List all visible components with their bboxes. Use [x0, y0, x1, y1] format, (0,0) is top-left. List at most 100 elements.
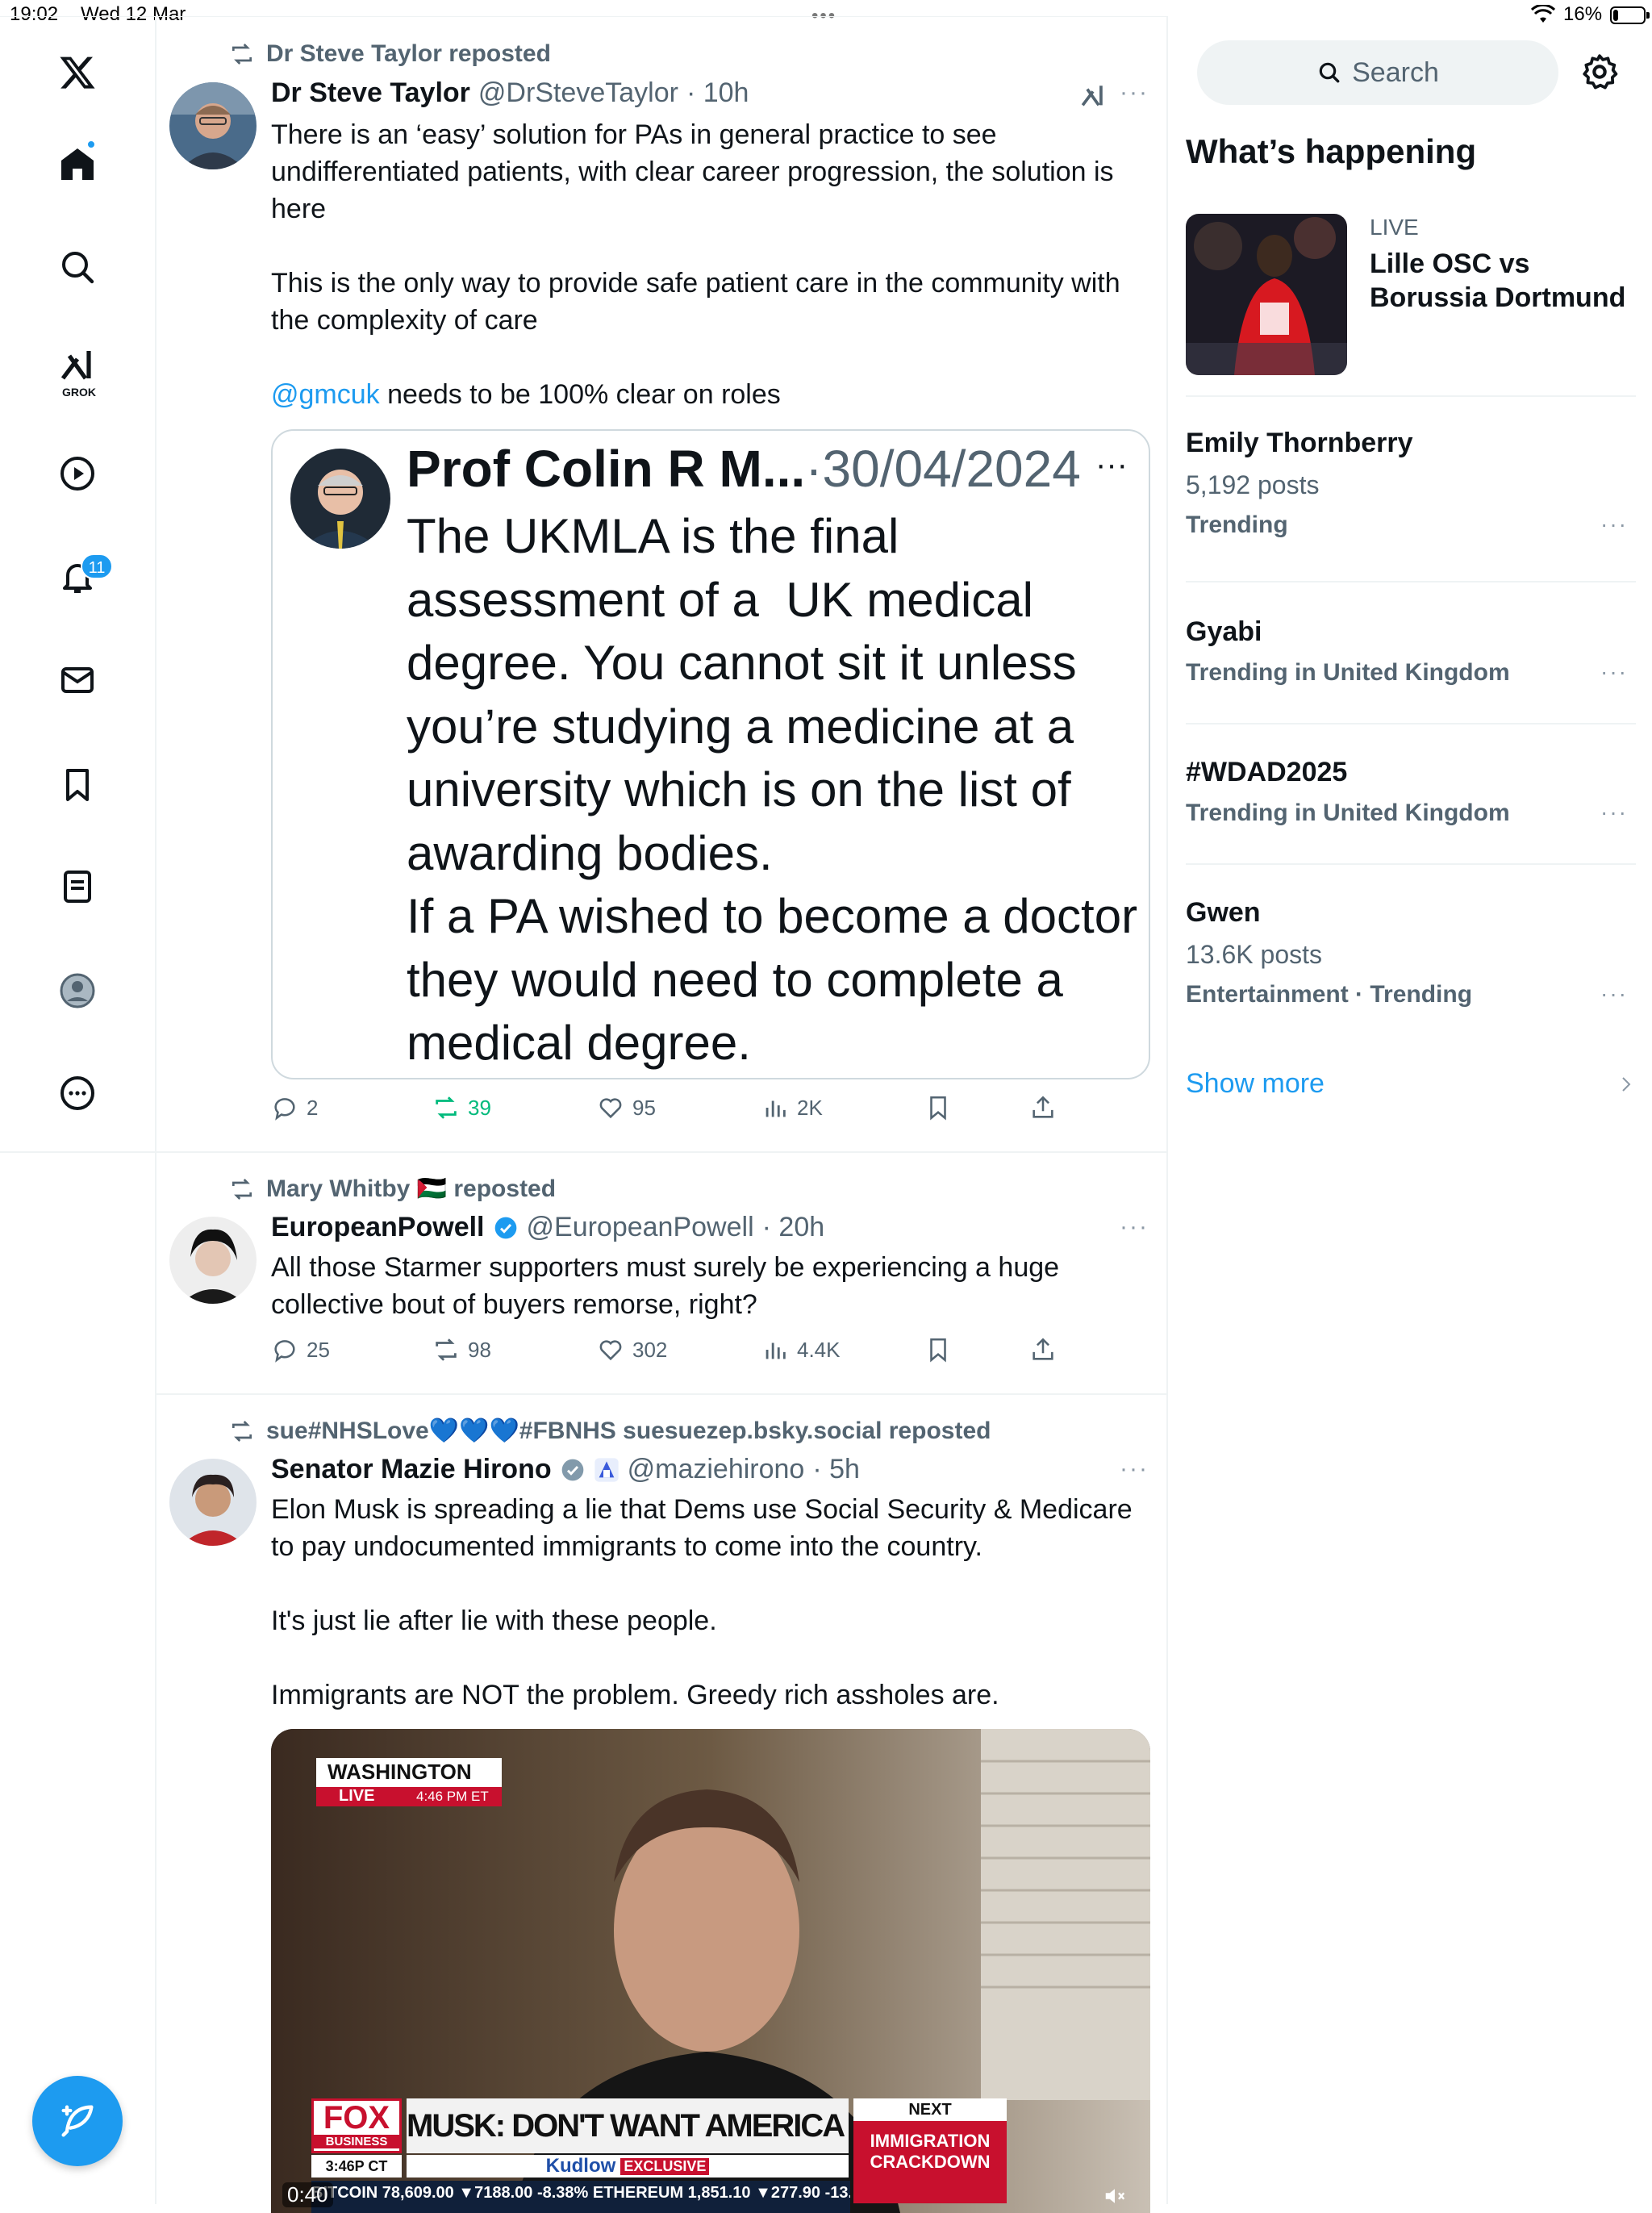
author-handle[interactable]: @maziehirono — [628, 1454, 805, 1485]
author-name[interactable]: EuropeanPowell — [271, 1212, 485, 1243]
like-button[interactable]: 302 — [597, 1336, 667, 1363]
share-icon — [1032, 1338, 1053, 1360]
tweet-header: Dr Steve Taylor @DrSteveTaylor · 10h — [271, 77, 749, 109]
repost-indicator: Mary Whitby 🇵🇸 reposted — [229, 1175, 556, 1203]
tweet-more-icon[interactable]: ··· — [1120, 79, 1149, 106]
repost-by: Dr Steve Taylor reposted — [266, 40, 551, 67]
trend-name: Gyabi — [1186, 616, 1262, 647]
views-chart-icon — [766, 1342, 786, 1359]
quote-avatar — [290, 449, 390, 549]
tweet-more-icon[interactable]: ··· — [1120, 1455, 1149, 1483]
lists-icon[interactable] — [49, 858, 106, 915]
trend-divider — [1186, 863, 1636, 865]
reply-button[interactable]: 2 — [271, 1094, 318, 1121]
battery-percent: 16% — [1563, 3, 1603, 25]
author-handle[interactable]: @DrSteveTaylor — [478, 77, 678, 109]
views-button[interactable]: 4.4K — [761, 1336, 841, 1363]
trend-item[interactable]: #WDAD2025 Trending in United Kingdom ··· — [1186, 757, 1628, 827]
trend-more-icon[interactable]: ··· — [1600, 511, 1628, 537]
bookmark-icon — [930, 1096, 946, 1121]
trend-more-icon[interactable]: ··· — [1600, 659, 1628, 685]
nav-divider — [155, 16, 156, 2204]
share-button[interactable] — [1029, 1094, 1057, 1121]
repost-by: sue#NHSLove💙💙💙#FBNHS suesuezep.bsky.soci… — [266, 1418, 991, 1444]
quote-author: Prof Colin R M... — [407, 440, 806, 498]
avatar[interactable] — [169, 1459, 257, 1546]
tweet-text: Elon Musk is spreading a lie that Dems u… — [271, 1494, 1133, 1710]
show-more-link[interactable]: Show more — [1186, 1068, 1325, 1100]
trend-item[interactable]: Gwen 13.6K posts Entertainment · Trendin… — [1186, 897, 1628, 1008]
video-live-time: 4:46 PM ET — [416, 1789, 489, 1804]
tweet-actions: 2 39 95 2K — [271, 1094, 1142, 1129]
bookmark-button[interactable] — [924, 1336, 952, 1363]
tweet-divider — [156, 1393, 1166, 1395]
avatar[interactable] — [169, 1217, 257, 1304]
video-show-bar: Kudlow EXCLUSIVE — [407, 2155, 849, 2178]
tweet-time[interactable]: · 5h — [812, 1454, 860, 1485]
notifications-badge: 11 — [81, 553, 113, 579]
author-name[interactable]: Dr Steve Taylor — [271, 77, 470, 109]
repost-icon — [436, 1338, 457, 1361]
quoted-tweet[interactable]: Prof Colin R M... ·30/04/2024 ··· The UK… — [271, 429, 1150, 1079]
x-logo-icon[interactable] — [49, 44, 106, 101]
repost-icon — [232, 1178, 252, 1200]
tweet-time[interactable]: · 10h — [686, 77, 749, 109]
repost-count: 98 — [468, 1337, 491, 1362]
like-button[interactable]: 95 — [597, 1094, 656, 1121]
video-duration: 0:40 — [282, 2182, 333, 2207]
messages-envelope-icon[interactable] — [49, 652, 106, 708]
trend-more-icon[interactable]: ··· — [1600, 981, 1628, 1007]
trend-item[interactable]: Gyabi Trending in United Kingdom ··· — [1186, 616, 1628, 687]
repost-button[interactable]: 98 — [432, 1336, 491, 1363]
reply-button[interactable]: 25 — [271, 1336, 330, 1363]
trend-meta: Trending in United Kingdom — [1186, 800, 1510, 826]
tweet-actions: 25 98 302 4.4K — [271, 1336, 1142, 1372]
trend-item[interactable]: Emily Thornberry 5,192 posts Trending ··… — [1186, 428, 1628, 539]
more-options-icon[interactable] — [49, 1065, 106, 1121]
video-live-label: LIVE — [339, 1787, 375, 1805]
chevron-right-icon[interactable] — [1617, 1073, 1636, 1096]
tweet-text: All those Starmer supporters must surely… — [271, 1252, 1067, 1320]
author-name[interactable]: Senator Mazie Hirono — [271, 1454, 552, 1485]
government-verified-badge-icon — [561, 1459, 583, 1480]
bookmarks-icon[interactable] — [49, 757, 106, 813]
tweet-text: There is an ‘easy’ solution for PAs in g… — [271, 119, 1120, 410]
profile-avatar-icon[interactable] — [49, 962, 106, 1019]
trend-more-icon[interactable]: ··· — [1600, 800, 1628, 825]
video-play-icon[interactable] — [49, 445, 106, 502]
trend-count: 13.6K posts — [1186, 940, 1322, 969]
mention-link[interactable]: @gmcuk — [271, 379, 380, 410]
search-input[interactable]: Search — [1197, 40, 1558, 105]
trend-meta: Trending in United Kingdom — [1186, 659, 1510, 686]
share-icon — [1032, 1096, 1053, 1118]
top-border — [0, 16, 1166, 17]
views-button[interactable]: 2K — [761, 1094, 823, 1121]
home-icon[interactable] — [49, 136, 106, 192]
tweet-more-icon[interactable]: ··· — [1120, 1213, 1149, 1241]
grok-label: GROK — [62, 386, 96, 399]
author-handle[interactable]: @EuropeanPowell — [527, 1212, 754, 1243]
wifi-icon — [1531, 5, 1555, 23]
repost-count: 39 — [468, 1095, 491, 1120]
home-unread-dot — [86, 140, 96, 149]
grok-explain-icon[interactable] — [1079, 82, 1107, 110]
search-icon[interactable] — [49, 239, 106, 295]
bookmark-icon — [930, 1338, 946, 1363]
sidebar-divider — [1166, 16, 1168, 2204]
bookmark-button[interactable] — [924, 1094, 952, 1121]
tweet-divider — [0, 1151, 1166, 1153]
share-button[interactable] — [1029, 1336, 1057, 1363]
trend-meta: Trending — [1186, 511, 1288, 538]
settings-gear-icon[interactable] — [1579, 52, 1620, 92]
avatar[interactable] — [169, 82, 257, 169]
mute-icon[interactable] — [1102, 2184, 1128, 2208]
tweet-time[interactable]: · 20h — [762, 1212, 825, 1243]
compose-post-button[interactable] — [32, 2076, 123, 2166]
quote-date: ·30/04/2024 — [805, 440, 1081, 498]
like-count: 302 — [632, 1337, 668, 1362]
tweet-header: EuropeanPowell @EuropeanPowell · 20h — [271, 1212, 824, 1243]
repost-icon — [436, 1096, 457, 1119]
video-player[interactable]: WASHINGTON LIVE 4:46 PM ET FOX BUSINESS … — [271, 1729, 1150, 2213]
event-thumbnail — [1186, 214, 1347, 375]
repost-button[interactable]: 39 — [432, 1094, 491, 1121]
